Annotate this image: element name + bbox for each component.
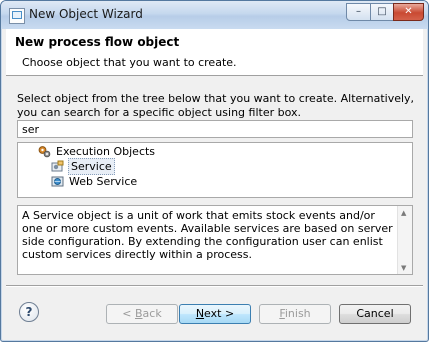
web-service-icon	[51, 176, 64, 187]
tree-item-label: Service	[68, 158, 115, 175]
window-title: New Object Wizard	[29, 7, 143, 21]
description-scrollbar[interactable]: ▲ ▼	[397, 206, 412, 274]
description-box[interactable]: A Service object is a unit of work that …	[17, 205, 413, 275]
object-tree[interactable]: Execution Objects Service Web Service	[17, 142, 413, 198]
next-button[interactable]: Next >	[179, 304, 251, 324]
maximize-button[interactable]: □	[370, 3, 394, 21]
scroll-up-arrow-icon[interactable]: ▲	[401, 209, 406, 217]
page-subtitle: Choose object that you want to create.	[22, 56, 237, 69]
new-object-wizard-dialog: New Object Wizard – □ ✕ New process flow…	[0, 0, 429, 342]
filter-input[interactable]	[17, 120, 413, 138]
minimize-button[interactable]: –	[346, 3, 371, 21]
page-title: New process flow object	[15, 35, 180, 49]
finish-button[interactable]: Finish	[259, 304, 331, 324]
title-bar[interactable]: New Object Wizard – □ ✕	[1, 1, 428, 29]
instructions-text: Select object from the tree below that y…	[17, 92, 415, 119]
help-button[interactable]: ?	[19, 302, 39, 322]
scroll-down-arrow-icon[interactable]: ▼	[401, 264, 406, 272]
close-button[interactable]: ✕	[393, 3, 424, 21]
gears-icon	[38, 146, 51, 158]
tree-item-label: Execution Objects	[56, 145, 156, 158]
footer-divider	[6, 285, 423, 287]
tree-item-label: Web Service	[69, 175, 138, 188]
service-icon	[51, 160, 64, 172]
window-icon	[9, 8, 25, 24]
back-button[interactable]: < Back	[106, 304, 178, 324]
description-text: A Service object is a unit of work that …	[22, 209, 393, 261]
cancel-button[interactable]: Cancel	[339, 304, 411, 324]
wizard-header: New process flow object Choose object th…	[6, 29, 423, 76]
